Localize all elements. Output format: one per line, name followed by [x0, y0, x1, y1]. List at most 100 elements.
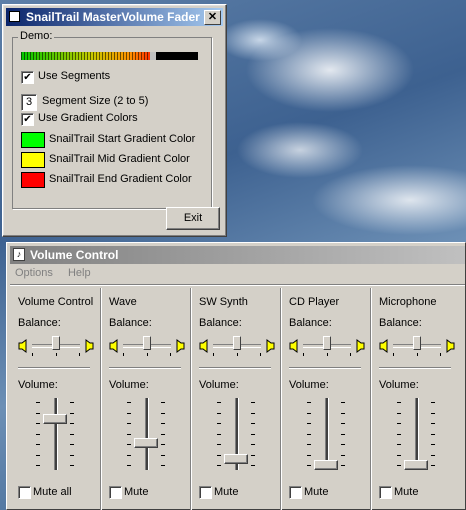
mid-color-swatch[interactable]	[21, 152, 45, 168]
volume-tick	[70, 412, 74, 414]
volume-tick	[307, 433, 311, 435]
menu-bar: Options Help	[15, 267, 103, 279]
volume-tick	[161, 402, 165, 403]
volume-thumb[interactable]	[224, 454, 248, 464]
balance-slider[interactable]	[303, 335, 351, 356]
volume-tick	[161, 423, 165, 424]
volume-tick	[397, 444, 401, 445]
menu-help[interactable]: Help	[68, 267, 91, 279]
menu-options[interactable]: Options	[15, 267, 53, 279]
channel-title: Volume Control	[18, 296, 94, 308]
volume-tick	[251, 433, 255, 435]
volume-tick	[307, 444, 311, 445]
speaker-left-icon	[289, 339, 299, 353]
balance-slider[interactable]	[393, 335, 441, 356]
volume-tick	[341, 433, 345, 435]
level-meter	[21, 52, 198, 60]
volume-tick	[307, 423, 311, 424]
speaker-right-icon	[355, 339, 365, 353]
balance-thumb[interactable]	[143, 336, 151, 350]
volume-tick	[127, 412, 131, 414]
balance-tick	[303, 353, 304, 356]
volume-tick	[36, 412, 40, 414]
volume-label: Volume:	[18, 379, 58, 391]
channel-divider	[289, 367, 361, 369]
volume-tick	[341, 412, 345, 414]
mute-checkbox[interactable]	[379, 486, 392, 499]
balance-thumb[interactable]	[323, 336, 331, 350]
balance-tick	[147, 353, 148, 356]
volume-slider[interactable]	[36, 398, 76, 470]
mute-label: Mute	[124, 486, 149, 498]
volume-tick	[161, 433, 165, 435]
volume-label: Volume:	[199, 379, 239, 391]
demo-group-label: Demo:	[18, 30, 55, 42]
speaker-left-icon	[379, 339, 389, 353]
speaker-right-icon	[265, 339, 275, 353]
balance-tick	[237, 353, 238, 356]
volume-slider[interactable]	[397, 398, 437, 470]
volume-track	[145, 398, 149, 470]
start-color-swatch[interactable]	[21, 132, 45, 148]
volume-tick	[217, 423, 221, 424]
speaker-right-icon	[175, 339, 185, 353]
mute-checkbox[interactable]	[199, 486, 212, 499]
balance-thumb[interactable]	[233, 336, 241, 350]
use-gradient-checkbox[interactable]: ✔	[21, 113, 34, 126]
exit-button[interactable]: Exit	[166, 207, 220, 230]
balance-tick	[417, 353, 418, 356]
mute-checkbox[interactable]	[109, 486, 122, 499]
end-color-swatch[interactable]	[21, 172, 45, 188]
volume-tick	[431, 454, 435, 456]
fader-titlebar[interactable]: SnailTrail MasterVolume Fader ✕	[6, 8, 223, 26]
segment-size-field[interactable]: 3	[21, 94, 37, 111]
volume-tick	[431, 444, 435, 445]
close-button[interactable]: ✕	[204, 10, 221, 25]
volume-tick	[127, 402, 131, 403]
balance-tick	[440, 353, 441, 356]
balance-label: Balance:	[18, 317, 61, 329]
volume-tick	[36, 465, 40, 466]
channel-strip: CD Player Balance: Volume: Mute	[282, 290, 368, 508]
volume-tick	[127, 433, 131, 435]
balance-thumb[interactable]	[413, 336, 421, 350]
channel-title: CD Player	[289, 296, 340, 308]
volume-thumb[interactable]	[43, 414, 67, 424]
volume-tick	[36, 444, 40, 445]
use-segments-label: Use Segments	[38, 70, 111, 82]
balance-thumb[interactable]	[52, 336, 60, 350]
volume-tick	[161, 444, 165, 445]
mute-label: Mute	[214, 486, 239, 498]
balance-slider[interactable]	[32, 335, 80, 356]
volume-thumb[interactable]	[314, 460, 338, 470]
volume-tick	[36, 402, 40, 403]
volume-slider[interactable]	[307, 398, 347, 470]
volume-thumb[interactable]	[134, 438, 158, 448]
volume-slider[interactable]	[127, 398, 167, 470]
volume-tick	[217, 402, 221, 403]
volume-tick	[341, 465, 345, 466]
volume-tick	[127, 465, 131, 466]
volume-tick	[217, 412, 221, 414]
balance-tick	[260, 353, 261, 356]
volume-thumb[interactable]	[404, 460, 428, 470]
balance-slider[interactable]	[213, 335, 261, 356]
volume-slider[interactable]	[217, 398, 257, 470]
volume-titlebar[interactable]: ♪ Volume Control	[10, 246, 465, 264]
volume-tick	[127, 423, 131, 424]
volume-tick	[431, 402, 435, 403]
volume-tick	[217, 465, 221, 466]
speaker-right-icon	[84, 339, 94, 353]
mute-checkbox[interactable]	[289, 486, 302, 499]
balance-tick	[170, 353, 171, 356]
speaker-app-icon: ♪	[13, 248, 25, 261]
mute-label: Mute	[394, 486, 419, 498]
channel-title: SW Synth	[199, 296, 248, 308]
balance-slider[interactable]	[123, 335, 171, 356]
mute-checkbox[interactable]	[18, 486, 31, 499]
volume-control-window: ♪ Volume Control Options Help Volume Con…	[6, 242, 466, 510]
balance-tick	[56, 353, 57, 356]
use-segments-checkbox[interactable]: ✔	[21, 71, 34, 84]
volume-label: Volume:	[289, 379, 329, 391]
balance-label: Balance:	[289, 317, 332, 329]
